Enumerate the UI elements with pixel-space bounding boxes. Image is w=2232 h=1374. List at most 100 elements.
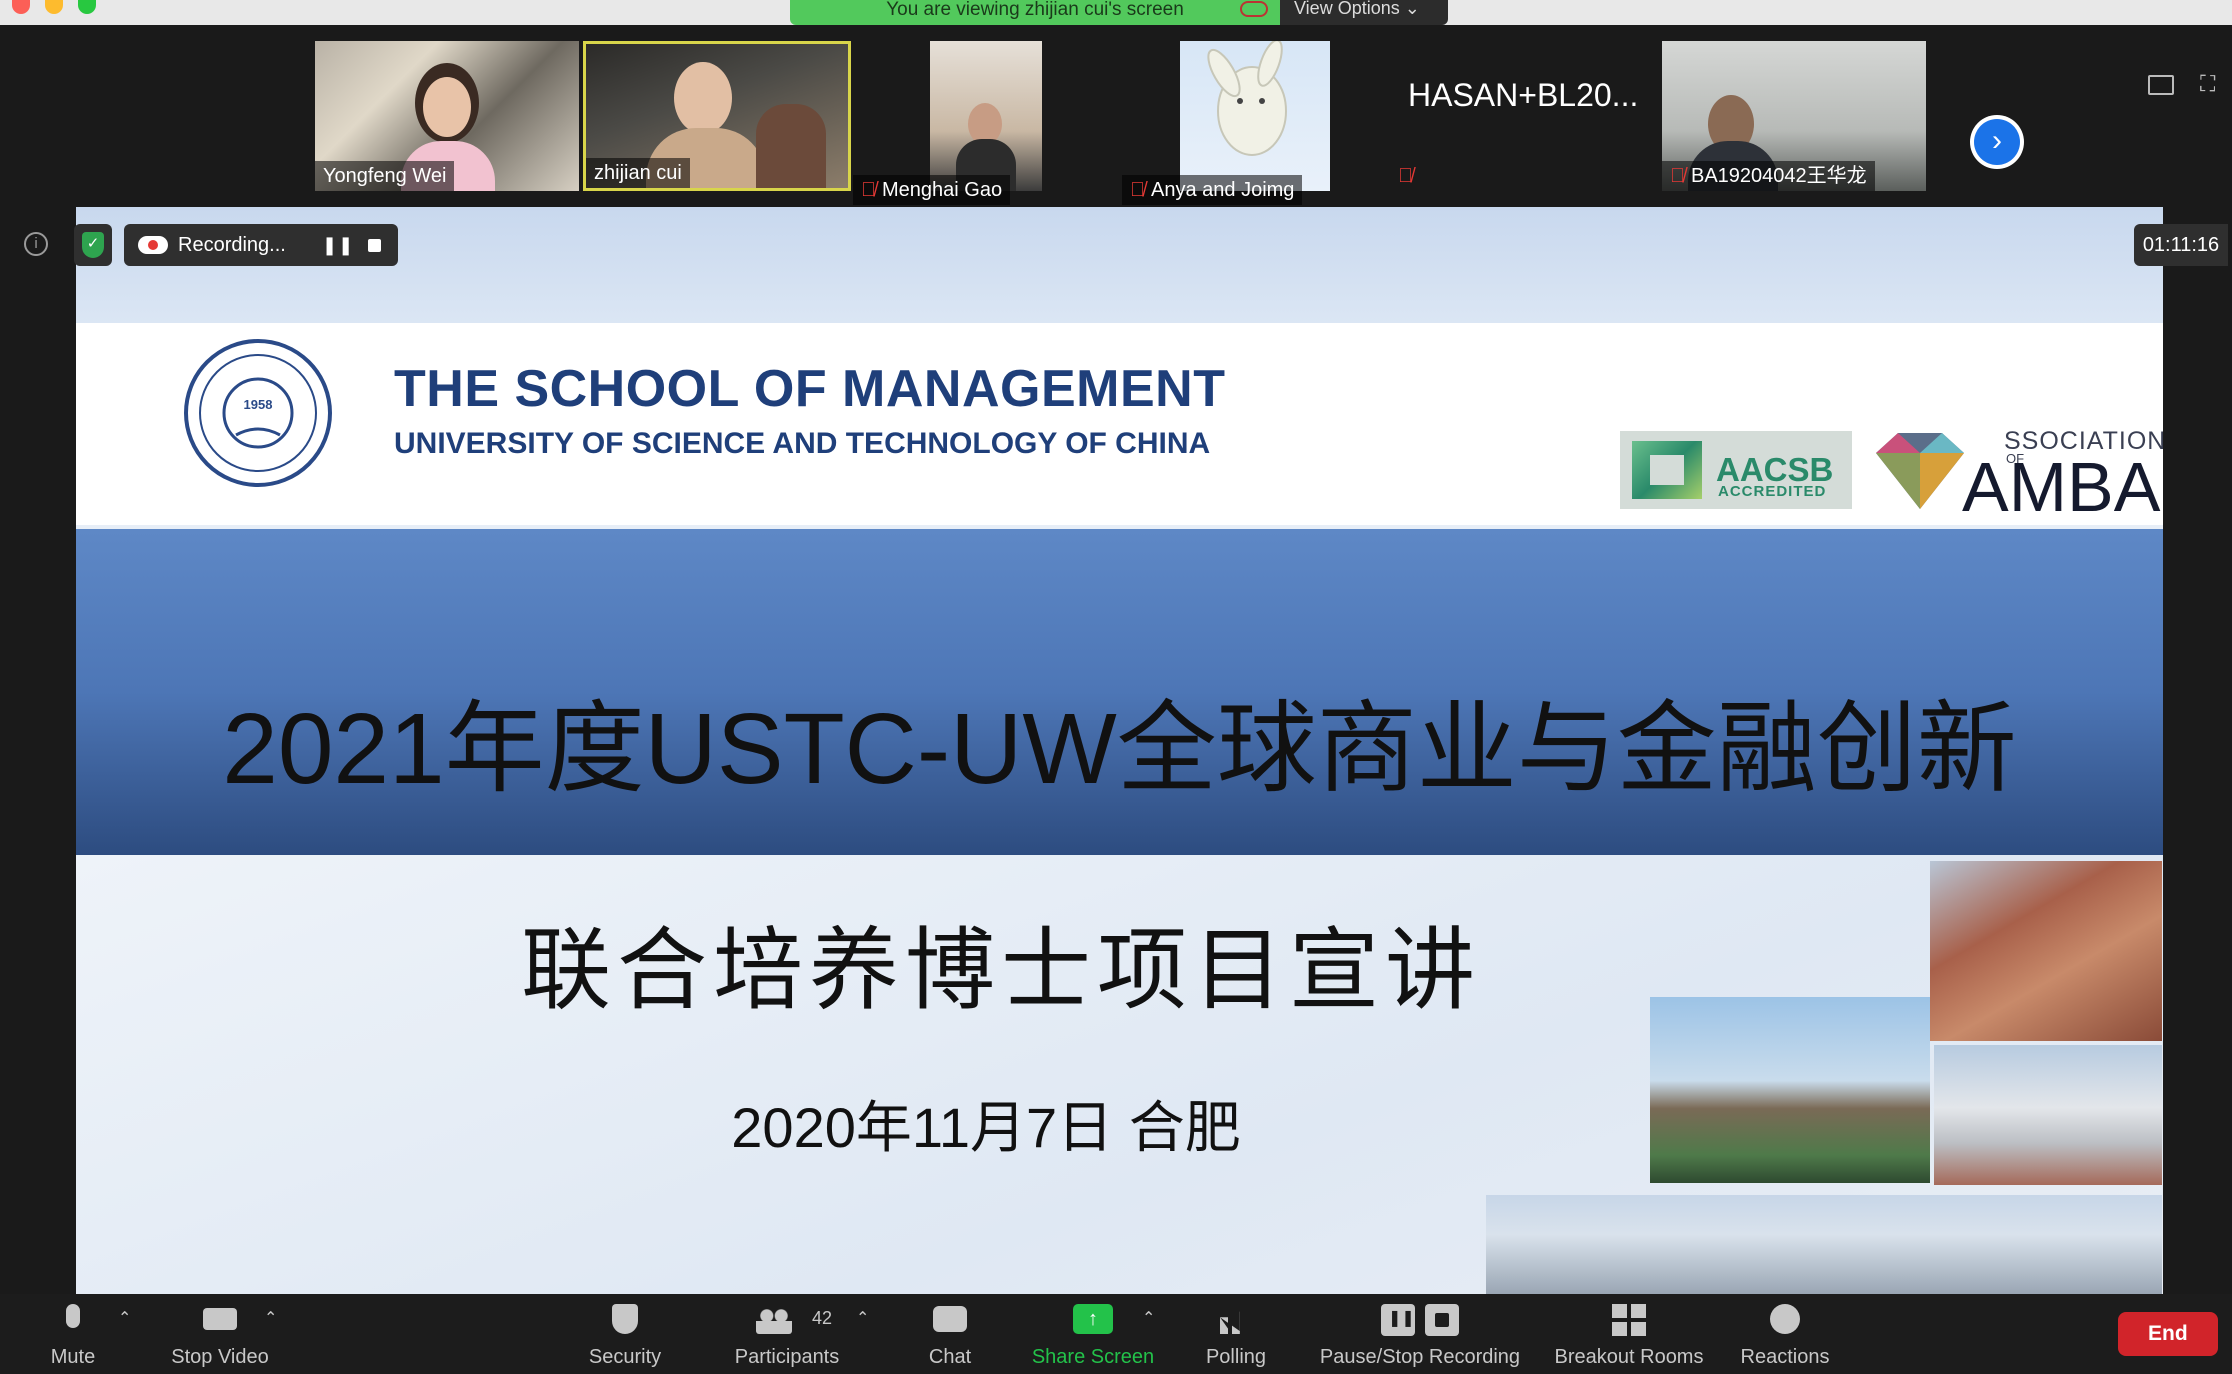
mic-muted-icon: 🎙̸ [1130, 179, 1145, 201]
participant-tile-video-off[interactable]: HASAN+BL20... 🎙̸ [1390, 41, 1650, 191]
slide-title-banner: 2021年度USTC-UW全球商业与金融创新 [76, 529, 2163, 855]
chat-bubble-icon [933, 1306, 967, 1332]
reactions-button[interactable]: Reactions [1734, 1294, 1836, 1374]
participant-name-muted: 🎙̸ BA19204042王华龙 [1662, 161, 1875, 191]
share-screen-label: Share Screen [1031, 1346, 1155, 1368]
viewing-screen-banner: You are viewing zhijian cui's screen [790, 0, 1280, 25]
share-screen-button[interactable]: ↑ Share Screen [1024, 1294, 1162, 1374]
participant-face [674, 62, 732, 134]
participant-label-wrap: 🎙̸ Menghai Gao [853, 175, 1043, 205]
stop-recording-button[interactable] [368, 239, 381, 252]
pause-stop-recording-label: Pause/Stop Recording [1319, 1346, 1521, 1368]
campus-panorama-photo [1486, 1195, 2162, 1294]
microphone-icon [66, 1304, 80, 1328]
gallery-layout-icon[interactable] [2148, 75, 2174, 95]
chat-button[interactable]: Chat [910, 1294, 990, 1374]
shield-icon [612, 1304, 638, 1334]
participant-name-muted: 🎙̸ [1390, 161, 1427, 191]
participant-name-large: HASAN+BL20... [1408, 77, 1639, 113]
close-window-button[interactable] [12, 0, 30, 14]
encryption-status-button[interactable]: ✓ [74, 224, 112, 266]
chair-back [756, 104, 826, 188]
mute-button[interactable]: Mute [30, 1294, 116, 1374]
camera-icon [203, 1308, 237, 1330]
fullscreen-icon[interactable]: ⛶ [2200, 73, 2222, 95]
ustc-seal-logo: 1958 [184, 339, 332, 487]
slide-subtitle: 联合培养博士项目宣讲 [521, 918, 1481, 1023]
participants-icon [756, 1308, 792, 1334]
stop-video-button[interactable]: Stop Video [160, 1294, 280, 1374]
participant-tile[interactable] [930, 41, 1042, 191]
campus-building-photo [1930, 861, 2162, 1041]
slide-lower-section: 联合培养博士项目宣讲 2020年11月7日 合肥 [76, 855, 2163, 1294]
breakout-rooms-label: Breakout Rooms [1554, 1346, 1704, 1368]
pause-icon [1381, 1304, 1415, 1336]
participant-tile-active-speaker[interactable]: zhijian cui [583, 41, 851, 191]
campus-gate-photo [1934, 1045, 2162, 1185]
zoom-meeting-window: You are viewing zhijian cui's screen Vie… [0, 0, 2232, 1374]
stop-video-label: Stop Video [171, 1346, 269, 1368]
aacsb-logo: AACSB ACCREDITED [1620, 431, 1852, 509]
shared-screen: 1958 THE SCHOOL OF MANAGEMENT UNIVERSITY… [76, 207, 2163, 1294]
meeting-timer: 01:11:16 [2134, 224, 2228, 266]
participants-options-chevron-icon[interactable]: ⌃ [856, 1308, 869, 1328]
video-options-chevron-icon[interactable]: ⌃ [264, 1308, 277, 1328]
mic-muted-icon: 🎙̸ [861, 179, 876, 201]
school-title: THE SCHOOL OF MANAGEMENT [394, 360, 1226, 418]
stop-icon [1425, 1304, 1459, 1336]
school-subtitle: UNIVERSITY OF SCIENCE AND TECHNOLOGY OF … [394, 427, 1211, 460]
title-bar: You are viewing zhijian cui's screen Vie… [0, 0, 2232, 25]
pause-stop-recording-button[interactable]: Pause/Stop Recording [1314, 1294, 1526, 1374]
amba-gem-icon [1876, 433, 1964, 509]
polling-label: Polling [1205, 1346, 1267, 1368]
next-page-button[interactable]: › [1970, 115, 2024, 169]
shield-check-icon: ✓ [82, 232, 104, 258]
participant-name: Menghai Gao [882, 179, 1003, 201]
slide-header: 1958 THE SCHOOL OF MANAGEMENT UNIVERSITY… [76, 323, 2163, 526]
seal-year: 1958 [244, 397, 273, 412]
security-button[interactable]: Security [576, 1294, 674, 1374]
participant-label-wrap: 🎙̸ Anya and Joimg [1122, 175, 1332, 205]
participants-button[interactable]: 42 Participants [722, 1294, 852, 1374]
aacsb-mark-icon [1632, 441, 1702, 499]
recording-label: Recording... [178, 234, 286, 256]
participant-tile[interactable]: Yongfeng Wei [315, 41, 579, 191]
participant-tile[interactable]: 🎙̸ BA19204042王华龙 [1662, 41, 1926, 191]
audio-options-chevron-icon[interactable]: ⌃ [118, 1308, 131, 1328]
participant-gallery: Yongfeng Wei zhijian cui 🎙̸ Menghai Gao [0, 25, 2232, 207]
cloud-recording-icon [1240, 1, 1268, 17]
end-meeting-button[interactable]: End [2118, 1312, 2218, 1356]
campus-tower-photo [1650, 997, 1930, 1183]
participant-tile[interactable] [1180, 41, 1330, 191]
mic-muted-icon: 🎙̸ [1670, 165, 1685, 187]
participant-name: BA19204042王华龙 [1691, 165, 1867, 187]
slide-main-title: 2021年度USTC-UW全球商业与金融创新 [222, 693, 2017, 805]
meeting-info-icon[interactable]: i [24, 232, 48, 256]
share-screen-arrow-icon: ↑ [1073, 1304, 1113, 1334]
participant-name: zhijian cui [586, 158, 690, 188]
participant-name-muted: 🎙̸ Menghai Gao [853, 175, 1011, 205]
participant-face [423, 77, 471, 137]
share-options-chevron-icon[interactable]: ⌃ [1142, 1308, 1155, 1328]
participant-name-muted: 🎙̸ Anya and Joimg [1122, 175, 1303, 205]
mute-label: Mute [50, 1346, 96, 1368]
aacsb-accredited: ACCREDITED [1718, 483, 1827, 500]
view-options-menu[interactable]: View Options ⌄ [1280, 0, 1448, 25]
zoom-window-button[interactable] [78, 0, 96, 14]
recording-indicator: Recording... ❚❚ [124, 224, 398, 266]
participants-count: 42 [812, 1308, 833, 1328]
smiley-reaction-icon [1770, 1304, 1800, 1334]
avatar-image [1207, 41, 1287, 156]
reactions-label: Reactions [1740, 1346, 1830, 1368]
polling-button[interactable]: Polling [1196, 1294, 1276, 1374]
minimize-window-button[interactable] [45, 0, 63, 14]
breakout-rooms-button[interactable]: Breakout Rooms [1550, 1294, 1708, 1374]
participant-name: Yongfeng Wei [315, 161, 455, 191]
cloud-recording-icon [138, 236, 168, 254]
meeting-toolbar: Mute ⌃ Stop Video ⌃ Security 42 Particip… [0, 1294, 2232, 1374]
viewing-screen-text: You are viewing zhijian cui's screen [886, 0, 1184, 20]
chevron-right-icon: › [1974, 119, 2020, 165]
pause-recording-button[interactable]: ❚❚ [322, 236, 354, 254]
amba-of-text: OF [2006, 451, 2025, 466]
breakout-rooms-grid-icon [1612, 1304, 1646, 1336]
